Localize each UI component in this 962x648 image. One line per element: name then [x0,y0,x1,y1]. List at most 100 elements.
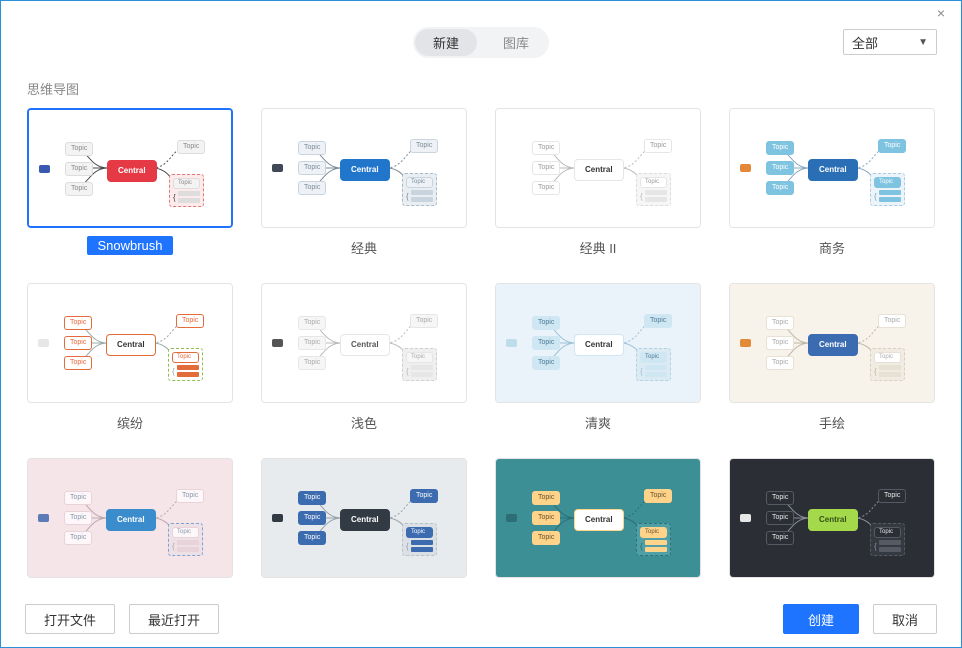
create-button[interactable]: 创建 [783,604,859,634]
mm-topic: Topic [532,511,560,525]
template-thumbnail[interactable]: Central Topic Topic Topic Topic Topic { [495,283,701,403]
template-card[interactable]: Central Topic Topic Topic Topic Topic { … [729,458,935,591]
mm-topic: Topic [766,531,794,545]
mm-topic: Topic [298,531,326,545]
mm-subgroup: Topic { [402,173,437,206]
mm-topic: Topic [766,356,794,370]
template-card[interactable]: Central Topic Topic Topic Topic Topic { … [729,108,935,259]
mm-topic: Topic [176,314,204,328]
mm-subgroup: Topic { [402,348,437,381]
open-file-button[interactable]: 打开文件 [25,604,115,634]
template-preview: Central Topic Topic Topic Topic Topic { [730,284,934,402]
mm-accent-icon [740,339,751,347]
mm-topic: Topic [64,531,92,545]
template-label: Snowbrush [87,236,172,255]
mm-topic: Topic [766,511,794,525]
mm-accent-icon [38,339,49,347]
template-thumbnail[interactable]: Central Topic Topic Topic Topic Topic { [261,283,467,403]
mm-subgroup: Topic { [870,523,905,556]
mm-topic: Topic [766,491,794,505]
template-card[interactable]: Central Topic Topic Topic Topic Topic { … [27,283,233,434]
mm-topic: Topic [766,316,794,330]
template-thumbnail[interactable]: Central Topic Topic Topic Topic Topic { [729,283,935,403]
template-thumbnail[interactable]: Central Topic Topic Topic Topic Topic { [729,108,935,228]
template-label: 经典 II [570,236,627,259]
template-card[interactable]: Central Topic Topic Topic Topic Topic { … [495,458,701,591]
template-preview: Central Topic Topic Topic Topic Topic { [28,284,232,402]
chevron-down-icon: ▼ [918,37,928,48]
template-card[interactable]: Central Topic Topic Topic Topic Topic { … [495,283,701,434]
template-preview: Central Topic Topic Topic Topic Topic { [262,284,466,402]
mm-topic: Topic [644,314,672,328]
mm-central: Central [574,509,624,531]
mm-topic: Topic [766,161,794,175]
mm-topic: Topic [410,139,438,153]
template-card[interactable]: Central Topic Topic Topic Topic Topic { … [261,283,467,434]
template-thumbnail[interactable]: Central Topic Topic Topic Topic Topic { [729,458,935,578]
tab-new[interactable]: 新建 [415,29,477,56]
template-card[interactable]: Central Topic Topic Topic Topic Topic { … [495,108,701,259]
template-preview: Central Topic Topic Topic Topic Topic { [730,459,934,577]
mm-topic: Topic [878,139,906,153]
mm-accent-icon [39,165,50,173]
titlebar: × [1,1,961,25]
category-select[interactable]: 全部 ▼ [843,29,937,55]
recent-button[interactable]: 最近打开 [129,604,219,634]
content-scroll[interactable]: 思维导图 Central Topic Topic Topic Topic Top… [1,61,961,591]
cancel-button[interactable]: 取消 [873,604,937,634]
mm-topic: Topic [65,182,93,196]
mm-accent-icon [740,514,751,522]
mm-central: Central [574,334,624,356]
template-thumbnail[interactable]: Central Topic Topic Topic Topic Topic { [27,108,233,228]
mm-topic: Topic [64,316,92,330]
template-preview: Central Topic Topic Topic Topic Topic { [496,109,700,227]
mm-subgroup: Topic { [636,348,671,381]
mm-topic: Topic [64,356,92,370]
mm-accent-icon [506,164,517,172]
mm-accent-icon [272,339,283,347]
template-preview: Central Topic Topic Topic Topic Topic { [29,110,231,226]
mm-topic: Topic [298,491,326,505]
template-thumbnail[interactable]: Central Topic Topic Topic Topic Topic { [27,458,233,578]
template-thumbnail[interactable]: Central Topic Topic Topic Topic Topic { [27,283,233,403]
close-button[interactable]: × [921,5,961,21]
mm-topic: Topic [65,142,93,156]
mm-topic: Topic [532,316,560,330]
mm-topic: Topic [878,314,906,328]
mm-topic: Topic [532,491,560,505]
template-card[interactable]: Central Topic Topic Topic Topic Topic { … [27,458,233,591]
mm-topic: Topic [532,161,560,175]
template-thumbnail[interactable]: Central Topic Topic Topic Topic Topic { [261,108,467,228]
tab-gallery[interactable]: 图库 [485,29,547,56]
mm-central: Central [340,509,390,531]
template-thumbnail[interactable]: Central Topic Topic Topic Topic Topic { [495,108,701,228]
mm-topic: Topic [532,336,560,350]
template-label: 清爽 [575,411,621,434]
mm-subgroup: Topic { [870,173,905,206]
template-card[interactable]: Central Topic Topic Topic Topic Topic { … [261,458,467,591]
mm-central: Central [107,160,157,182]
mm-topic: Topic [298,511,326,525]
section-title: 思维导图 [27,79,935,98]
mm-topic: Topic [298,336,326,350]
mm-central: Central [340,334,390,356]
template-preview: Central Topic Topic Topic Topic Topic { [496,459,700,577]
mm-central: Central [808,509,858,531]
template-label: 经典 [341,236,387,259]
template-preview: Central Topic Topic Topic Topic Topic { [262,109,466,227]
template-thumbnail[interactable]: Central Topic Topic Topic Topic Topic { [261,458,467,578]
mm-accent-icon [38,514,49,522]
template-card[interactable]: Central Topic Topic Topic Topic Topic { … [729,283,935,434]
mm-topic: Topic [532,181,560,195]
mm-topic: Topic [298,356,326,370]
mm-topic: Topic [532,356,560,370]
template-card[interactable]: Central Topic Topic Topic Topic Topic { … [27,108,233,259]
template-thumbnail[interactable]: Central Topic Topic Topic Topic Topic { [495,458,701,578]
mm-topic: Topic [644,139,672,153]
template-preview: Central Topic Topic Topic Topic Topic { [496,284,700,402]
mode-tabs: 新建 图库 [413,27,549,58]
mm-topic: Topic [766,336,794,350]
mm-central: Central [340,159,390,181]
mm-topic: Topic [65,162,93,176]
template-card[interactable]: Central Topic Topic Topic Topic Topic { … [261,108,467,259]
